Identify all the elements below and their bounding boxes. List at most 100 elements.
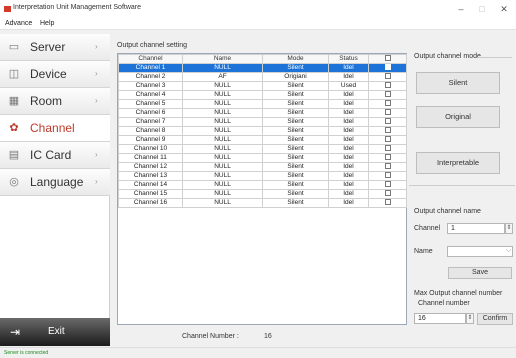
- column-header-name[interactable]: Name: [182, 54, 263, 64]
- cell-select: [368, 180, 407, 190]
- sidebar-item-device[interactable]: ◫ Device ›: [0, 61, 110, 88]
- cell-status: Used: [328, 81, 369, 91]
- cell-channel: Channel 1: [118, 63, 183, 73]
- table-row[interactable]: Channel 6 NULL Silent Idel: [118, 108, 407, 118]
- sidebar-item-language[interactable]: ◎ Language ›: [0, 169, 110, 196]
- connection-status: Server is connected: [4, 350, 49, 356]
- cell-name: NULL: [182, 108, 263, 118]
- channel-table: Channel Name Mode Status Channel 1 NULL Si…: [118, 54, 407, 208]
- row-checkbox[interactable]: [384, 118, 391, 125]
- save-button[interactable]: Save: [448, 267, 512, 279]
- chevron-right-icon: ›: [95, 42, 98, 51]
- cell-mode: Silent: [262, 135, 329, 145]
- sidebar-item-server[interactable]: ▭ Server ›: [0, 34, 110, 61]
- cell-select: [368, 117, 407, 127]
- row-checkbox[interactable]: [384, 163, 391, 170]
- table-row[interactable]: Channel 4 NULL Silent Idel: [118, 90, 407, 100]
- row-checkbox[interactable]: [384, 190, 391, 197]
- row-checkbox[interactable]: [384, 100, 391, 107]
- column-header-channel[interactable]: Channel: [118, 54, 183, 64]
- sidebar-item-label: Language: [30, 175, 84, 189]
- row-checkbox[interactable]: [384, 91, 391, 98]
- cell-channel: Channel 14: [118, 180, 183, 190]
- name-select[interactable]: [447, 246, 513, 257]
- cell-mode: Silent: [262, 81, 329, 91]
- section-divider: [409, 185, 515, 186]
- cell-mode: Silent: [262, 180, 329, 190]
- confirm-button[interactable]: Confirm: [477, 313, 513, 325]
- sidebar-item-room[interactable]: ▦ Room ›: [0, 88, 110, 115]
- table-row[interactable]: Channel 11 NULL Silent Idel: [118, 153, 407, 163]
- cell-mode: Origiani: [262, 72, 329, 82]
- cell-select: [368, 72, 407, 82]
- row-checkbox[interactable]: [384, 172, 391, 179]
- interpretable-button[interactable]: Interpretable: [416, 152, 500, 174]
- row-checkbox[interactable]: [384, 199, 391, 206]
- max-channel-field[interactable]: 16: [414, 313, 466, 324]
- output-channel-mode-title: Output channel mode: [414, 53, 481, 60]
- cell-name: NULL: [182, 144, 263, 154]
- table-row[interactable]: Channel 8 NULL Silent Idel: [118, 126, 407, 136]
- channel-field[interactable]: 1: [447, 223, 505, 234]
- table-row[interactable]: Channel 5 NULL Silent Idel: [118, 99, 407, 109]
- row-checkbox[interactable]: [384, 64, 391, 71]
- column-header-mode[interactable]: Mode: [262, 54, 329, 64]
- cell-select: [368, 144, 407, 154]
- cell-name: NULL: [182, 162, 263, 172]
- maximize-button[interactable]: □: [474, 3, 490, 15]
- table-row[interactable]: Channel 16 NULL Silent Idel: [118, 198, 407, 208]
- menu-help[interactable]: Help: [40, 20, 54, 27]
- cell-select: [368, 135, 407, 145]
- row-checkbox[interactable]: [384, 181, 391, 188]
- row-checkbox[interactable]: [384, 82, 391, 89]
- table-row[interactable]: Channel 9 NULL Silent Idel: [118, 135, 407, 145]
- cell-channel: Channel 6: [118, 108, 183, 118]
- column-header-status[interactable]: Status: [328, 54, 369, 64]
- row-checkbox[interactable]: [384, 145, 391, 152]
- cell-name: NULL: [182, 99, 263, 109]
- channel-table-body: Channel 1 NULL Silent Idel Channel 2 AF Origia…: [118, 63, 407, 208]
- cell-mode: Silent: [262, 144, 329, 154]
- table-row[interactable]: Channel 7 NULL Silent Idel: [118, 117, 407, 127]
- window-title: Interpretation Unit Management Software: [13, 4, 142, 11]
- cell-mode: Silent: [262, 162, 329, 172]
- sidebar-item-channel[interactable]: ✿ Channel: [0, 115, 110, 142]
- minimize-button[interactable]: –: [453, 3, 469, 15]
- table-row[interactable]: Channel 3 NULL Silent Used: [118, 81, 407, 91]
- table-row[interactable]: Channel 15 NULL Silent Idel: [118, 189, 407, 199]
- select-all-checkbox[interactable]: [384, 55, 391, 62]
- cell-channel: Channel 16: [118, 198, 183, 208]
- row-checkbox[interactable]: [384, 73, 391, 80]
- table-row[interactable]: Channel 10 NULL Silent Idel: [118, 144, 407, 154]
- original-button[interactable]: Original: [416, 106, 500, 128]
- sidebar-item-ic-card[interactable]: ▤ IC Card ›: [0, 142, 110, 169]
- row-checkbox[interactable]: [384, 136, 391, 143]
- close-button[interactable]: ✕: [496, 3, 512, 15]
- table-row[interactable]: Channel 2 AF Origiani Idel: [118, 72, 407, 82]
- row-checkbox[interactable]: [384, 154, 391, 161]
- device-icon: ◫: [8, 68, 20, 80]
- row-checkbox[interactable]: [384, 127, 391, 134]
- app-logo-icon: [4, 6, 11, 12]
- table-row[interactable]: Channel 13 NULL Silent Idel: [118, 171, 407, 181]
- cell-select: [368, 108, 407, 118]
- cell-status: Idel: [328, 189, 369, 199]
- cell-select: [368, 189, 407, 199]
- column-header-select[interactable]: [368, 54, 407, 64]
- max-channel-stepper[interactable]: ⇕: [466, 313, 474, 324]
- exit-button[interactable]: ⇥ Exit: [0, 318, 110, 346]
- channel-stepper[interactable]: ⇕: [505, 223, 513, 234]
- table-row[interactable]: Channel 12 NULL Silent Idel: [118, 162, 407, 172]
- cell-select: [368, 198, 407, 208]
- menu-advance[interactable]: Advance: [5, 20, 32, 27]
- silent-button[interactable]: Silent: [416, 72, 500, 94]
- cell-mode: Silent: [262, 171, 329, 181]
- cell-status: Idel: [328, 117, 369, 127]
- table-row[interactable]: Channel 1 NULL Silent Idel: [118, 63, 407, 73]
- row-checkbox[interactable]: [384, 109, 391, 116]
- cell-channel: Channel 9: [118, 135, 183, 145]
- table-row[interactable]: Channel 14 NULL Silent Idel: [118, 180, 407, 190]
- cell-channel: Channel 15: [118, 189, 183, 199]
- cell-select: [368, 90, 407, 100]
- cell-channel: Channel 5: [118, 99, 183, 109]
